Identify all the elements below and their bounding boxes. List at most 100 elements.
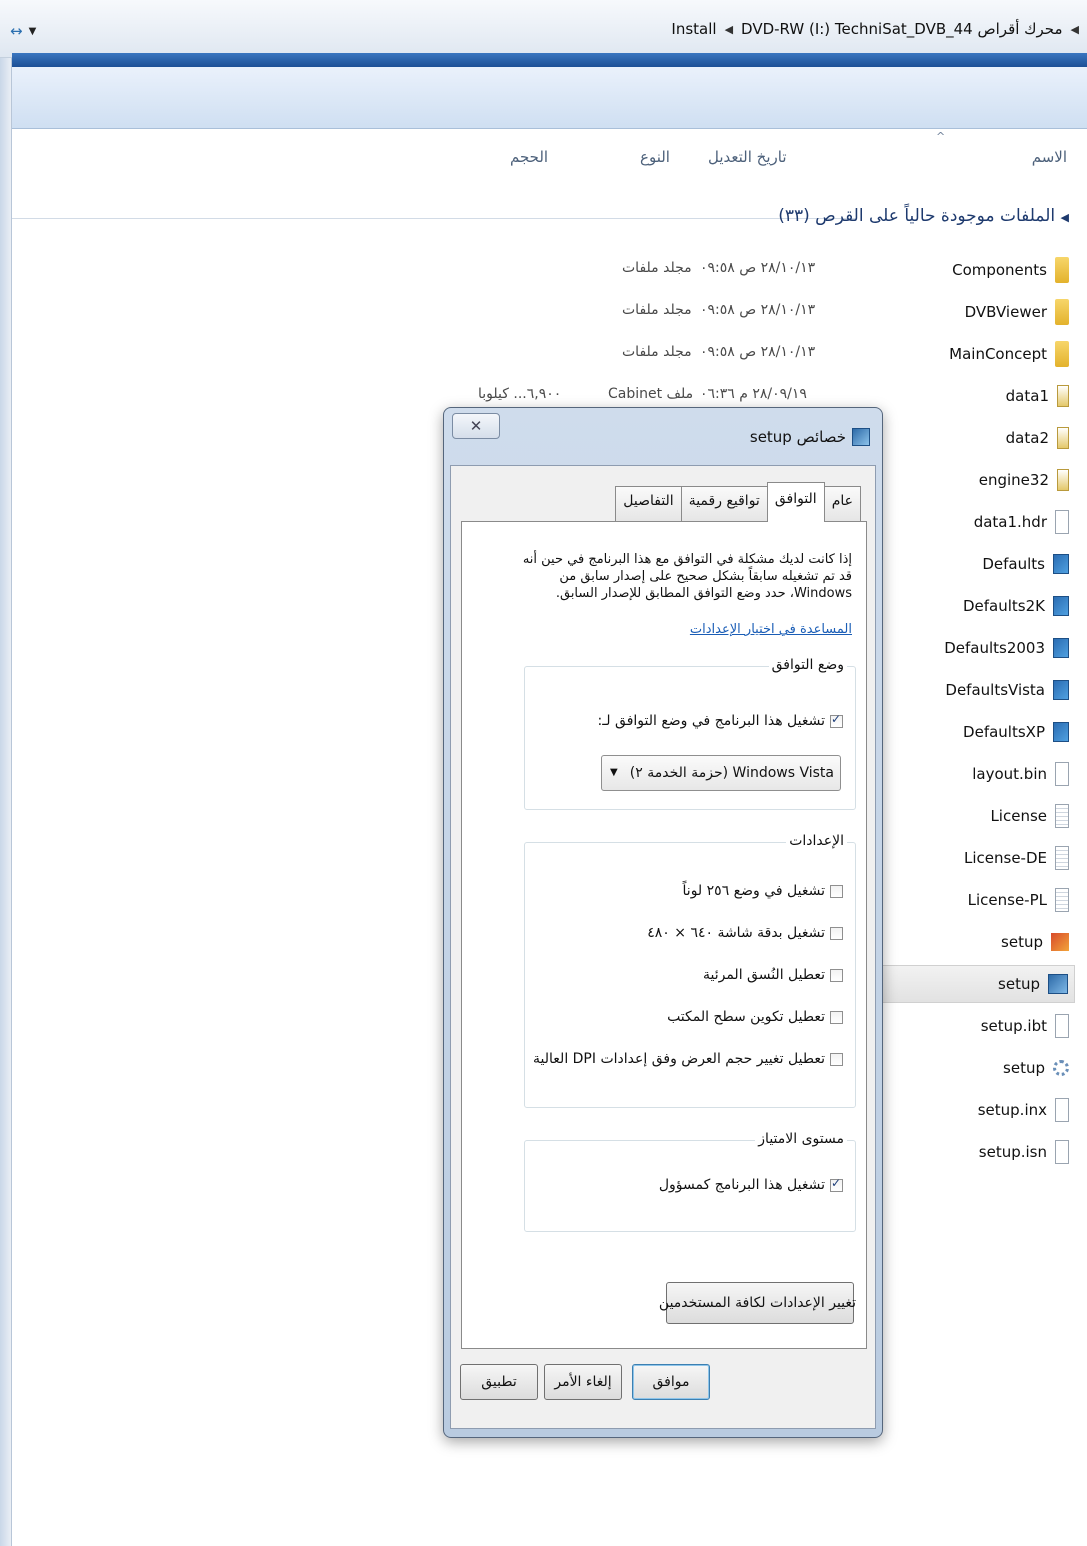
column-header-date[interactable]: تاريخ التعديل	[708, 148, 787, 166]
text-file-icon	[1055, 888, 1069, 912]
file-row[interactable]: Defaults2003	[869, 629, 1069, 667]
file-date: ٢٨/١٠/١٣ ص ٠٩:٥٨	[700, 260, 816, 276]
group-header[interactable]: ◀ الملفات موجودة حالياً على القرص (٣٣)	[778, 206, 1069, 226]
tab-digital-signatures[interactable]: تواقيع رقمية	[680, 486, 768, 522]
installer-file-icon	[1053, 680, 1069, 700]
change-settings-all-users-button[interactable]: تغيير الإعدادات لكافة المستخدمين	[659, 1282, 856, 1324]
file-name: DefaultsVista	[945, 681, 1045, 699]
file-row[interactable]: MainConcept	[869, 335, 1069, 373]
file-row[interactable]: setup.inx	[869, 1091, 1069, 1129]
setting-checkbox-row[interactable]: تعطيل تغيير حجم العرض وفق إعدادات DPI ال…	[533, 1051, 843, 1067]
column-header-type[interactable]: النوع	[640, 148, 670, 166]
setting-checkbox-row[interactable]: تشغيل في وضع ٢٥٦ لوناً	[683, 883, 843, 899]
disable-desktop-composition-checkbox[interactable]	[830, 1010, 843, 1024]
cabinet-file-icon	[1057, 469, 1069, 491]
file-name: DefaultsXP	[963, 723, 1045, 741]
cancel-button[interactable]: إلغاء الأمر	[544, 1364, 622, 1400]
compatibility-mode-group: وضع التوافق تشغيل هذا البرنامج في وضع ال…	[524, 657, 856, 810]
help-choosing-settings-link[interactable]: المساعدة في اختيار الإعدادات	[690, 622, 852, 637]
close-button[interactable]: ✕	[452, 413, 500, 439]
file-date: ٢٨/١٠/١٣ ص ٠٩:٥٨	[700, 302, 816, 318]
setting-checkbox-row[interactable]: تشغيل بدقة شاشة ٦٤٠ × ٤٨٠	[647, 925, 843, 941]
file-row[interactable]: engine32	[869, 461, 1069, 499]
file-row[interactable]: DefaultsVista	[869, 671, 1069, 709]
file-row[interactable]: setup	[869, 923, 1069, 961]
disable-visual-themes-checkbox[interactable]	[830, 968, 843, 982]
breadcrumb[interactable]: ◀ محرك أقراص DVD-RW (I:) TechniSat_DVB_4…	[671, 20, 1079, 38]
refresh-button[interactable]: ↔ ▼	[10, 18, 52, 44]
cabinet-file-icon	[1057, 385, 1069, 407]
dropdown-arrow-icon[interactable]: ▼	[610, 767, 618, 778]
blank-file-icon	[1055, 1098, 1069, 1122]
file-date: ٢٨/٠٩/١٩ م ٠٦:٣٦	[700, 386, 807, 402]
os-version-select[interactable]: Windows Vista (حزمة الخدمة ٢) ▼	[601, 755, 841, 791]
file-type: مجلد ملفات	[622, 260, 692, 276]
file-row[interactable]: Defaults2K	[869, 587, 1069, 625]
compatibility-panel: إذا كانت لديك مشكلة في التوافق مع هذا ال…	[461, 521, 867, 1349]
file-row[interactable]: Defaults	[869, 545, 1069, 583]
file-name: layout.bin	[972, 765, 1047, 783]
address-bar[interactable]: ↔ ▼ ◀ محرك أقراص DVD-RW (I:) TechniSat_D…	[0, 0, 1087, 58]
file-size: ٦,٩٠٠... كيلوبا	[478, 386, 562, 402]
checkbox-label: تشغيل في وضع ٢٥٦ لوناً	[682, 883, 825, 899]
blank-file-icon	[1055, 510, 1069, 534]
refresh-icon: ↔	[10, 22, 23, 40]
compat-mode-checkbox[interactable]	[830, 712, 843, 728]
setting-checkbox-row[interactable]: تعطيل تكوين سطح المكتب	[667, 1009, 843, 1025]
file-row[interactable]: License-PL	[869, 881, 1069, 919]
file-row[interactable]: data2	[869, 419, 1069, 457]
file-row[interactable]: License-DE	[869, 839, 1069, 877]
blank-file-icon	[1055, 762, 1069, 786]
button-label: تغيير الإعدادات لكافة المستخدمين	[658, 1295, 857, 1311]
column-header-size[interactable]: الحجم	[510, 148, 548, 166]
file-type: ملف Cabinet	[608, 386, 694, 402]
file-row[interactable]: setup.ibt	[869, 1007, 1069, 1045]
dialog-title-bar[interactable]: خصائص setup	[750, 428, 870, 446]
checkbox-label: تعطيل تغيير حجم العرض وفق إعدادات DPI ال…	[533, 1051, 825, 1067]
file-row[interactable]: setup	[869, 1049, 1069, 1087]
file-row[interactable]: layout.bin	[869, 755, 1069, 793]
file-row[interactable]: License	[869, 797, 1069, 835]
run-as-admin-checkbox-row[interactable]: تشغيل هذا البرنامج كمسؤول	[659, 1176, 843, 1193]
group-label: مستوى الامتياز	[755, 1131, 847, 1147]
file-name: setup	[1001, 933, 1043, 951]
settings-group: الإعدادات تشغيل في وضع ٢٥٦ لوناً تشغيل ب…	[524, 833, 856, 1108]
expand-triangle-icon[interactable]: ◀	[1061, 211, 1069, 224]
setting-checkbox-row[interactable]: تعطيل النُسق المرئية	[703, 967, 843, 983]
file-name: setup.ibt	[980, 1017, 1047, 1035]
breadcrumb-separator-icon: ◀	[1070, 23, 1079, 36]
resolution-640-checkbox[interactable]	[830, 926, 843, 940]
window-left-edge	[0, 0, 12, 1546]
tab-compatibility[interactable]: التوافق	[766, 482, 825, 522]
file-row[interactable]: DVBViewer	[869, 293, 1069, 331]
group-label: الإعدادات	[786, 833, 847, 849]
file-name: License-DE	[964, 849, 1047, 867]
tab-details[interactable]: التفاصيل	[615, 486, 682, 522]
file-date: ٢٨/١٠/١٣ ص ٠٩:٥٨	[700, 344, 816, 360]
disable-dpi-scaling-checkbox[interactable]	[830, 1052, 843, 1066]
run-as-admin-checkbox[interactable]	[830, 1176, 843, 1192]
installer-file-icon	[1053, 554, 1069, 574]
tab-general[interactable]: عام	[823, 486, 861, 522]
file-row[interactable]: DefaultsXP	[869, 713, 1069, 751]
apply-button[interactable]: تطبيق	[460, 1364, 538, 1400]
cabinet-file-icon	[1057, 427, 1069, 449]
file-row[interactable]: setup.isn	[869, 1133, 1069, 1171]
file-row[interactable]: data1	[869, 377, 1069, 415]
ok-button[interactable]: موافق	[632, 1364, 710, 1400]
chevron-down-icon[interactable]: ▼	[29, 26, 37, 37]
close-icon: ✕	[469, 417, 483, 435]
file-row[interactable]: data1.hdr	[869, 503, 1069, 541]
file-name: setup.isn	[978, 1143, 1047, 1161]
properties-dialog[interactable]: خصائص setup ✕ عام التوافق تواقيع رقمية ا…	[443, 407, 883, 1438]
column-header-name[interactable]: الاسم	[1032, 148, 1067, 166]
file-name: DVBViewer	[964, 303, 1047, 321]
breadcrumb-item-drive[interactable]: محرك أقراص DVD-RW (I:) TechniSat_DVB_44	[741, 20, 1062, 38]
blank-file-icon	[1055, 1140, 1069, 1164]
file-row[interactable]: Components	[869, 251, 1069, 289]
compat-mode-checkbox-row[interactable]: تشغيل هذا البرنامج في وضع التوافق لـ:	[597, 712, 843, 729]
color-256-checkbox[interactable]	[830, 884, 843, 898]
breadcrumb-item-install[interactable]: Install	[671, 20, 716, 38]
folder-icon	[1055, 341, 1069, 367]
file-name: data1	[1005, 387, 1049, 405]
